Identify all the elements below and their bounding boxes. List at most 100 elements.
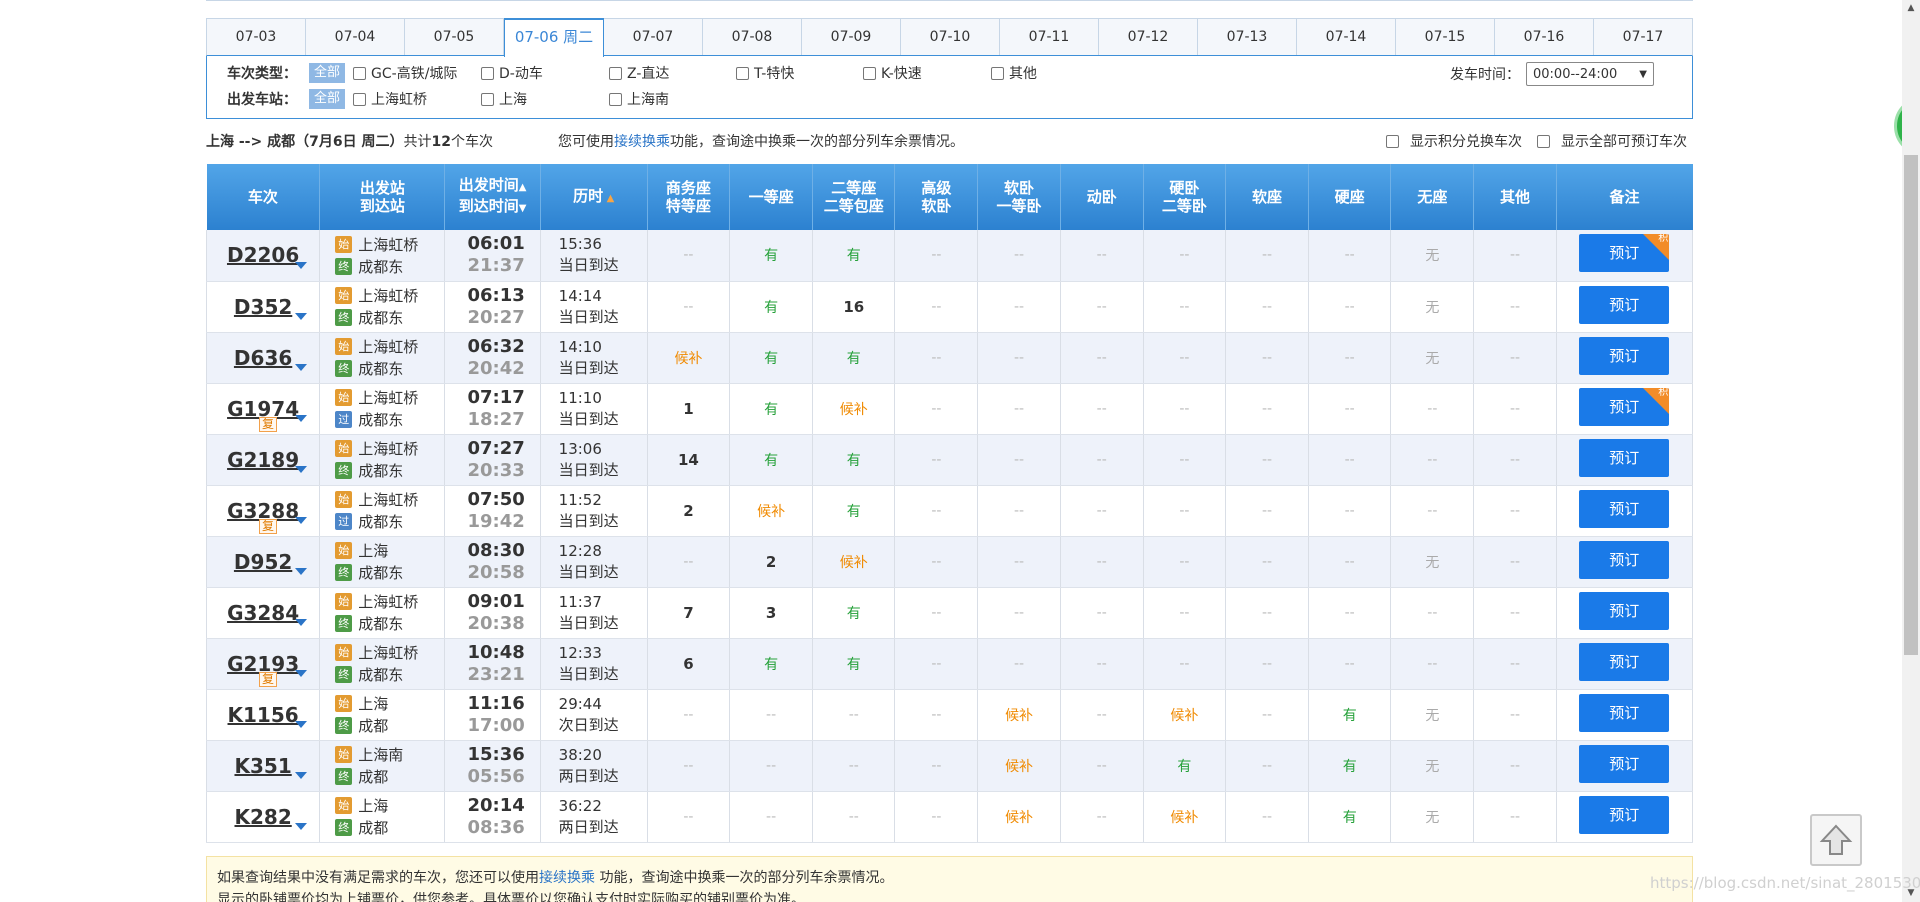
station-option[interactable]: 上海	[481, 89, 599, 109]
to-station[interactable]: 成都东	[358, 256, 403, 277]
chevron-down-icon[interactable]	[295, 414, 308, 422]
to-station[interactable]: 成都东	[358, 358, 403, 379]
seat-availability[interactable]: 3	[729, 587, 814, 639]
chevron-down-icon[interactable]	[295, 669, 308, 677]
all-trains-option[interactable]: 显示全部可预订车次	[1537, 131, 1687, 151]
chevron-down-icon[interactable]	[295, 516, 308, 524]
from-station[interactable]: 上海虹桥	[358, 336, 418, 357]
train-number-link[interactable]: G3284	[227, 601, 299, 625]
date-tab[interactable]: 07-08	[703, 19, 802, 55]
notice-transfer-link[interactable]: 接续换乘	[539, 870, 595, 886]
seat-availability[interactable]: 有	[729, 230, 814, 282]
train-type-checkbox[interactable]	[736, 66, 750, 80]
from-station[interactable]: 上海虹桥	[358, 489, 418, 510]
date-tab[interactable]: 07-03	[207, 19, 306, 55]
train-number-link[interactable]: K282	[234, 805, 291, 829]
station-option[interactable]: 上海南	[609, 89, 709, 109]
date-tab[interactable]: 07-09	[802, 19, 901, 55]
seat-availability[interactable]: 有	[812, 638, 896, 690]
train-type-option[interactable]: 其他	[991, 63, 1071, 83]
seat-availability[interactable]: 有	[1143, 740, 1226, 792]
book-button[interactable]: 预订	[1579, 642, 1670, 681]
to-station[interactable]: 成都东	[358, 409, 403, 430]
seat-availability[interactable]: 有	[812, 332, 896, 384]
date-tab[interactable]: 07-12	[1099, 19, 1198, 55]
date-tab[interactable]: 07-07	[604, 19, 703, 55]
station-checkbox[interactable]	[353, 92, 367, 106]
seat-availability[interactable]: 有	[812, 434, 896, 486]
train-type-option[interactable]: T-特快	[736, 63, 853, 83]
seat-availability[interactable]: 16	[812, 281, 896, 333]
seat-availability[interactable]: 候补	[1143, 689, 1226, 741]
book-button[interactable]: 预订	[1579, 285, 1670, 324]
train-type-option[interactable]: D-动车	[481, 63, 599, 83]
chevron-down-icon[interactable]	[295, 720, 308, 728]
seat-availability[interactable]: 有	[729, 434, 814, 486]
train-type-checkbox[interactable]	[863, 66, 877, 80]
date-tab[interactable]: 07-15	[1396, 19, 1495, 55]
chevron-down-icon[interactable]	[295, 312, 308, 320]
from-station[interactable]: 上海虹桥	[358, 438, 418, 459]
train-type-option[interactable]: GC-高铁/城际	[353, 63, 471, 83]
seat-availability[interactable]: 14	[647, 434, 731, 486]
to-station[interactable]: 成都	[358, 715, 388, 736]
seat-availability[interactable]: 6	[647, 638, 731, 690]
seat-availability[interactable]: 有	[812, 587, 896, 639]
chevron-down-icon[interactable]	[295, 618, 308, 626]
train-type-checkbox[interactable]	[609, 66, 623, 80]
book-button[interactable]: 预订	[1579, 540, 1670, 579]
train-type-option[interactable]: K-快速	[863, 63, 981, 83]
header-times[interactable]: 出发时间▲ 到达时间▼	[444, 164, 541, 230]
to-station[interactable]: 成都	[358, 817, 388, 838]
train-type-checkbox[interactable]	[481, 66, 495, 80]
train-type-option[interactable]: Z-直达	[609, 63, 726, 83]
train-type-all-button[interactable]: 全部	[309, 63, 346, 83]
book-button[interactable]: 预订	[1579, 693, 1670, 732]
seat-availability[interactable]: 候补	[977, 791, 1061, 843]
from-station[interactable]: 上海南	[358, 744, 403, 765]
seat-availability[interactable]: 有	[1308, 791, 1392, 843]
date-tab[interactable]: 07-10	[901, 19, 1000, 55]
date-tab[interactable]: 07-16	[1495, 19, 1594, 55]
header-duration[interactable]: 历时 ▲	[540, 164, 648, 230]
seat-availability[interactable]: 有	[729, 638, 814, 690]
train-number-link[interactable]: D952	[234, 550, 292, 574]
chevron-down-icon[interactable]	[295, 261, 308, 269]
book-button[interactable]: 预订	[1579, 336, 1670, 375]
book-button[interactable]: 预订	[1579, 489, 1670, 528]
from-station[interactable]: 上海	[358, 540, 388, 561]
from-station[interactable]: 上海虹桥	[358, 591, 418, 612]
from-station[interactable]: 上海	[358, 795, 388, 816]
station-checkbox[interactable]	[609, 92, 623, 106]
seat-availability[interactable]: 2	[729, 536, 814, 588]
seat-availability[interactable]: 候补	[1143, 791, 1226, 843]
from-station[interactable]: 上海虹桥	[358, 642, 418, 663]
date-tab[interactable]: 07-04	[306, 19, 405, 55]
back-to-top-button[interactable]	[1810, 814, 1862, 866]
to-station[interactable]: 成都东	[358, 664, 403, 685]
seat-availability[interactable]: 有	[1308, 740, 1392, 792]
train-number-link[interactable]: D636	[234, 346, 292, 370]
seat-availability[interactable]: 有	[729, 383, 814, 435]
chevron-down-icon[interactable]	[295, 465, 308, 473]
seat-availability[interactable]: 候补	[812, 383, 896, 435]
to-station[interactable]: 成都东	[358, 511, 403, 532]
book-button[interactable]: 预订	[1579, 795, 1670, 834]
station-option[interactable]: 上海虹桥	[353, 89, 471, 109]
chevron-down-icon[interactable]	[295, 822, 308, 830]
train-number-link[interactable]: K351	[234, 754, 291, 778]
points-trains-option[interactable]: 显示积分兑换车次	[1386, 131, 1522, 151]
train-number-link[interactable]: G2189	[227, 448, 299, 472]
seat-availability[interactable]: 候补	[977, 689, 1061, 741]
book-button[interactable]: 预订	[1579, 591, 1670, 630]
chevron-down-icon[interactable]	[295, 567, 308, 575]
date-tab[interactable]: 07-13	[1198, 19, 1297, 55]
book-button[interactable]: 预订 积	[1579, 234, 1670, 273]
train-number-link[interactable]: D2206	[227, 243, 299, 267]
chevron-down-icon[interactable]	[295, 771, 308, 779]
book-button[interactable]: 预订 积	[1579, 387, 1670, 426]
seat-availability[interactable]: 有	[729, 281, 814, 333]
transfer-link[interactable]: 接续换乘	[614, 134, 670, 150]
points-trains-checkbox[interactable]	[1386, 134, 1399, 148]
departure-time-select[interactable]: 00:00--24:00 ▼	[1526, 62, 1654, 86]
